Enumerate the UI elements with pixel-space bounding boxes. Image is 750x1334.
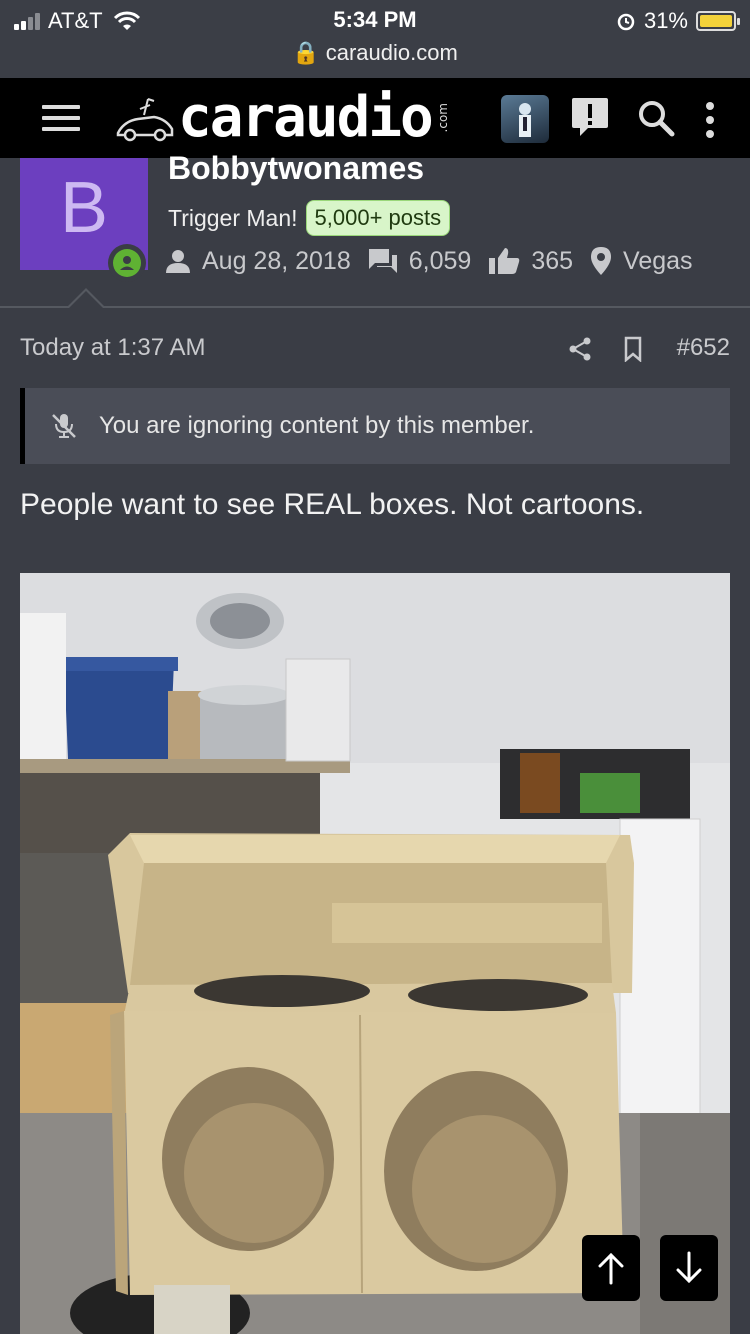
messages-icon <box>368 249 397 273</box>
muted-mic-icon <box>52 414 76 438</box>
location-stat[interactable]: Vegas <box>589 246 693 276</box>
post-date[interactable]: Today at 1:37 AM <box>20 334 205 362</box>
ignore-text: You are ignoring content by this member. <box>99 412 535 439</box>
avatar-figure-icon <box>519 103 531 137</box>
arrow-down-icon <box>676 1251 702 1284</box>
posts-badge: 5,000+ posts <box>305 200 451 236</box>
url-text: caraudio.com <box>325 40 458 65</box>
post-caret-inner <box>68 291 104 309</box>
arrow-up-icon <box>598 1252 624 1285</box>
alert-icon[interactable] <box>570 96 610 140</box>
user-icon <box>166 250 190 273</box>
thumbs-up-icon <box>489 248 520 274</box>
post-header: Today at 1:37 AM #652 <box>20 334 730 364</box>
joined-date: Aug 28, 2018 <box>202 246 351 275</box>
messages-count: 6,059 <box>408 246 472 275</box>
messages-stat: 6,059 <box>367 246 472 276</box>
site-header: caraudio .com <box>0 78 750 158</box>
reactions-count: 365 <box>531 246 574 275</box>
search-icon[interactable] <box>636 98 676 138</box>
reactions-stat: 365 <box>487 246 573 276</box>
joined-stat: Aug 28, 2018 <box>164 247 351 276</box>
username-link[interactable]: Bobbytwonames <box>168 150 424 187</box>
member-title: Trigger Man! <box>168 204 298 231</box>
speaker-box-photo <box>20 573 730 1334</box>
post-photo[interactable] <box>20 573 730 1334</box>
status-right: 31% <box>616 8 740 34</box>
url-bar[interactable]: 🔒 caraudio.com <box>0 40 750 66</box>
alarm-icon <box>617 13 635 31</box>
logo-suffix: .com <box>435 103 450 133</box>
post-body-text: People want to see REAL boxes. Not carto… <box>20 488 645 521</box>
user-avatar[interactable] <box>501 95 549 143</box>
member-stats: Aug 28, 2018 6,059 365 Vegas <box>164 246 709 276</box>
status-bar: AT&T 5:34 PM 🔒 caraudio.com 31% <box>0 0 750 78</box>
map-pin-icon <box>591 247 612 275</box>
lock-icon: 🔒 <box>292 40 320 65</box>
menu-icon[interactable] <box>42 105 80 131</box>
logo-car-icon <box>116 98 174 142</box>
battery-percent: 31% <box>643 8 688 33</box>
scroll-to-bottom-button[interactable] <box>660 1235 718 1301</box>
more-icon[interactable] <box>700 100 720 140</box>
scroll-to-top-button[interactable] <box>582 1235 640 1301</box>
online-status-icon <box>108 244 146 282</box>
battery-icon <box>696 11 740 31</box>
member-title-line: Trigger Man! 5,000+ posts <box>168 200 451 236</box>
share-icon[interactable] <box>568 336 592 362</box>
bookmark-icon[interactable] <box>623 336 643 362</box>
post-number[interactable]: #652 <box>677 334 730 362</box>
location-text: Vegas <box>623 246 693 275</box>
logo-text: caraudio <box>178 85 434 150</box>
site-logo[interactable]: caraudio .com <box>114 86 454 150</box>
ignore-notice: You are ignoring content by this member. <box>20 388 730 464</box>
member-info: B Bobbytwonames Trigger Man! 5,000+ post… <box>0 150 750 308</box>
